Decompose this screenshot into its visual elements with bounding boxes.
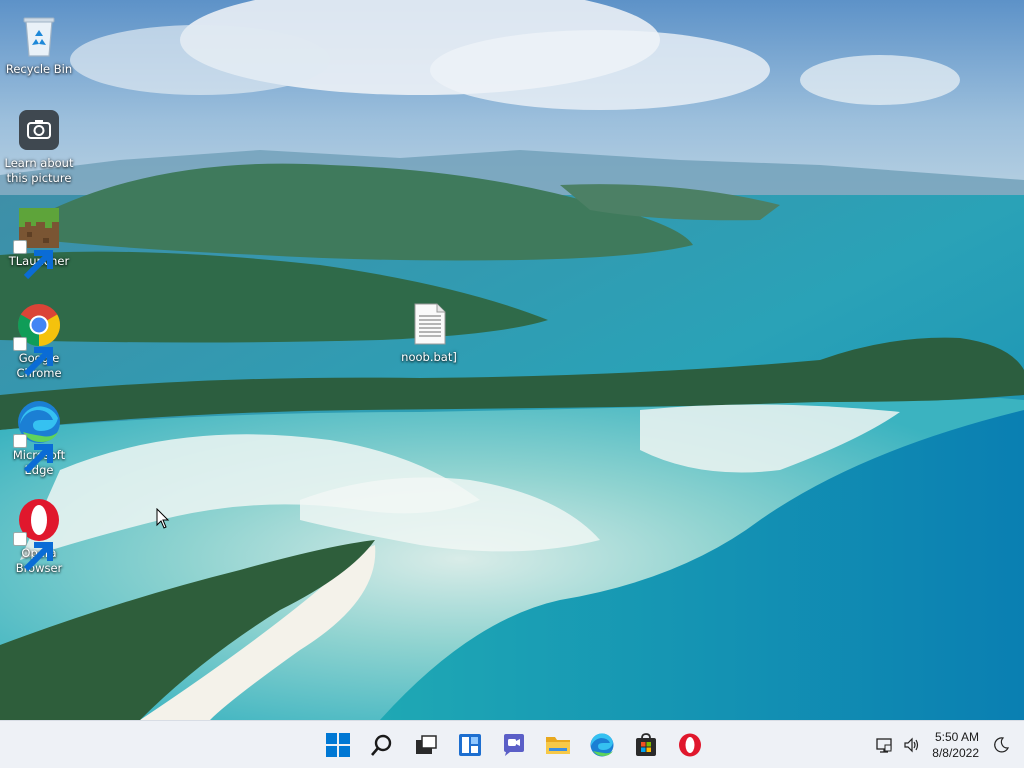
widgets-icon [457, 732, 483, 758]
system-tray: 5:50 AM 8/8/2022 [870, 721, 1024, 769]
taskbar: 5:50 AM 8/8/2022 [0, 720, 1024, 768]
volume-icon [903, 736, 921, 754]
task-view-icon [413, 732, 439, 758]
minecraft-grass-block-icon [13, 204, 63, 280]
edge-icon [589, 732, 615, 758]
moon-icon [992, 736, 1010, 754]
windows-start-icon [325, 732, 351, 758]
desktop-icon-label: noob.bat] [401, 350, 457, 364]
desktop-icon-recycle-bin[interactable]: Recycle Bin [0, 12, 78, 77]
desktop-icon-label: Learn about this picture [4, 156, 74, 185]
clock-time: 5:50 AM [934, 730, 979, 744]
opera-taskbar-button[interactable] [670, 725, 710, 765]
file-explorer-button[interactable] [538, 725, 578, 765]
focus-assist-button[interactable] [990, 734, 1012, 756]
chat-button[interactable] [494, 725, 534, 765]
desktop-wallpaper [0, 0, 1024, 720]
network-icon [875, 736, 893, 754]
chat-icon [501, 732, 527, 758]
shortcut-arrow-icon [13, 240, 53, 280]
desktop-icon-learn-about-this-picture[interactable]: Learn about this picture [0, 106, 78, 186]
text-file-icon [405, 300, 453, 348]
recycle-bin-icon [15, 12, 63, 60]
task-view-button[interactable] [406, 725, 446, 765]
desktop-icon-opera-browser[interactable]: Opera Browser [0, 496, 78, 576]
desktop-icon-noob-bat[interactable]: noob.bat] [390, 300, 468, 365]
clock-date: 8/8/2022 [932, 746, 979, 760]
desktop-icon-microsoft-edge[interactable]: Microsoft Edge [0, 398, 78, 478]
opera-icon [13, 496, 63, 572]
desktop-icon-label: Recycle Bin [5, 62, 73, 76]
folder-icon [545, 732, 571, 758]
search-button[interactable] [362, 725, 402, 765]
chrome-icon [13, 301, 63, 377]
search-icon [369, 732, 395, 758]
camera-icon [15, 106, 63, 154]
desktop-icon-google-chrome[interactable]: Google Chrome [0, 301, 78, 381]
volume-button[interactable] [901, 734, 923, 756]
store-icon [633, 732, 659, 758]
desktop-icon-tlauncher[interactable]: TLauncher [0, 204, 78, 280]
mouse-cursor-icon [156, 507, 170, 530]
opera-icon [677, 732, 703, 758]
shortcut-arrow-icon [13, 434, 53, 474]
widgets-button[interactable] [450, 725, 490, 765]
clock[interactable]: 5:50 AM 8/8/2022 [932, 729, 979, 761]
shortcut-arrow-icon [13, 337, 53, 377]
shortcut-arrow-icon [13, 532, 53, 572]
taskbar-apps [316, 721, 712, 769]
edge-icon [13, 398, 63, 474]
edge-taskbar-button[interactable] [582, 725, 622, 765]
store-button[interactable] [626, 725, 666, 765]
network-button[interactable] [873, 734, 895, 756]
start-button[interactable] [318, 725, 358, 765]
